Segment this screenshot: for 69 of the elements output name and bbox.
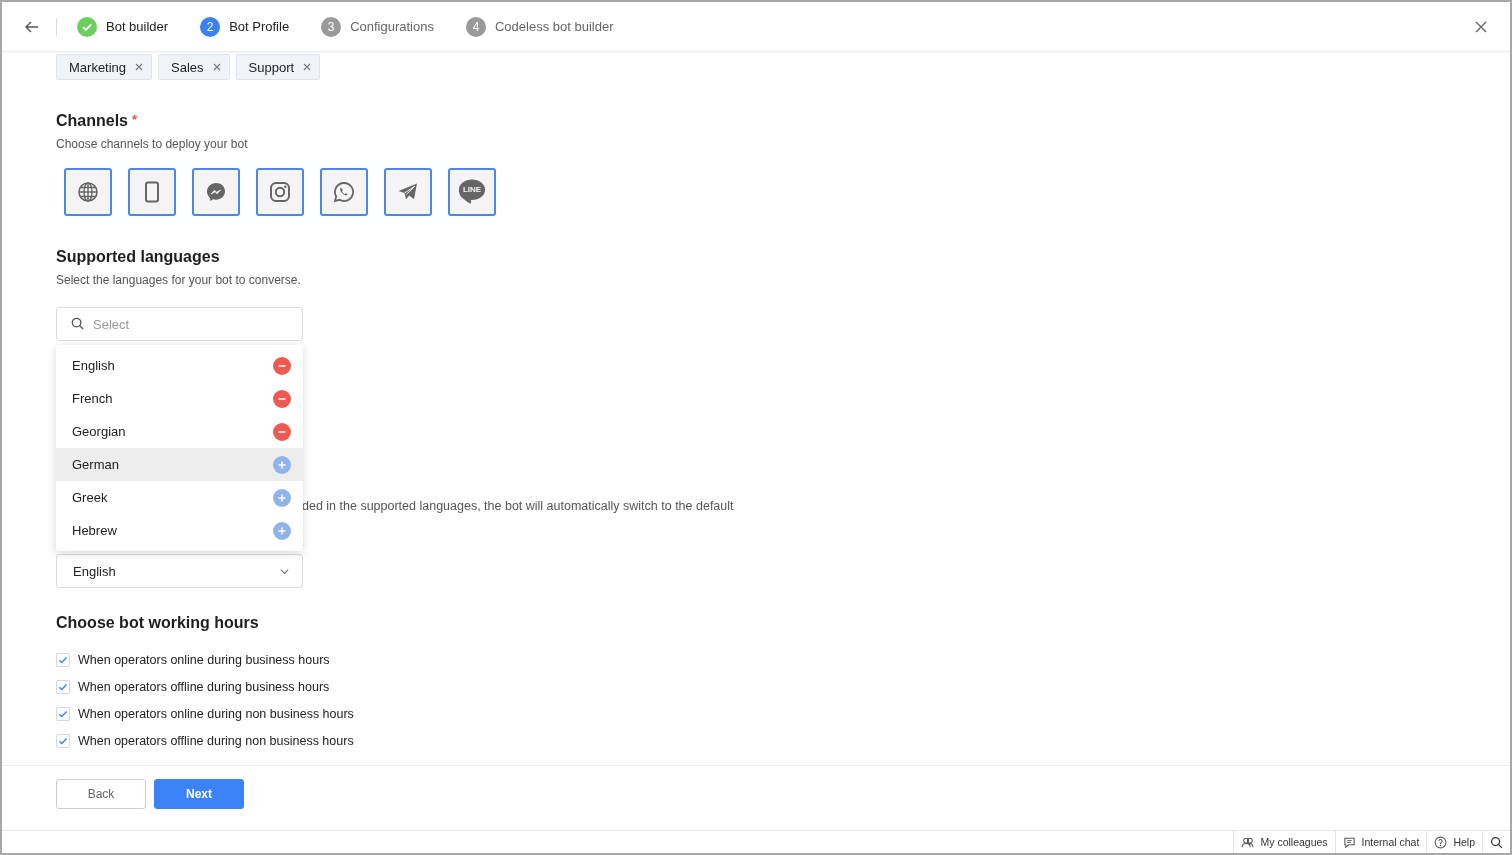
- section-title: Supported languages: [56, 248, 221, 266]
- remove-icon[interactable]: [303, 63, 312, 71]
- step-number: 4: [465, 16, 486, 37]
- tag-label: Support: [248, 59, 295, 75]
- channel-toggle[interactable]: [384, 168, 432, 216]
- search-field[interactable]: Select: [56, 307, 303, 341]
- section-subtitle: Choose channels to deploy your bot: [56, 137, 249, 151]
- help-icon: [1434, 835, 1448, 849]
- step-tab[interactable]: Bot builder: [77, 16, 169, 37]
- remove-circle-icon[interactable]: [273, 389, 291, 408]
- channel-toggle[interactable]: [192, 168, 240, 216]
- checkbox-label: When operators offline during business hours: [78, 680, 330, 694]
- add-circle-icon[interactable]: [273, 488, 291, 507]
- language-option[interactable]: French: [56, 382, 303, 415]
- tag-label: Marketing: [69, 59, 127, 75]
- remove-circle-icon[interactable]: [273, 422, 291, 441]
- language-select[interactable]: English: [56, 554, 303, 588]
- language-option[interactable]: German: [56, 448, 303, 481]
- checkmark-icon: [58, 736, 68, 746]
- checkbox[interactable]: [56, 680, 70, 694]
- footer-link[interactable]: Internal chat: [1334, 831, 1427, 853]
- section-subtitle: Select the languages for your bot to converse.: [56, 273, 302, 287]
- language-option[interactable]: Hebrew: [56, 514, 303, 547]
- chat-icon: [1342, 835, 1356, 849]
- checkbox[interactable]: [56, 653, 70, 667]
- add-circle-icon[interactable]: [273, 521, 291, 540]
- help-text: ded in the supported languages, the bot will automatically switch to the default: [302, 499, 734, 513]
- globe-icon: [76, 180, 100, 204]
- search-icon: [1490, 835, 1503, 849]
- next-button[interactable]: Next: [154, 779, 244, 809]
- instagram-icon: [268, 180, 292, 204]
- checkbox[interactable]: [56, 734, 70, 748]
- close-icon[interactable]: [1474, 19, 1488, 34]
- checkbox[interactable]: [56, 707, 70, 721]
- language-option[interactable]: English: [56, 349, 303, 382]
- channel-toggle[interactable]: [256, 168, 304, 216]
- language-option[interactable]: Greek: [56, 481, 303, 514]
- step-tab[interactable]: 4 Codeless bot builder: [465, 16, 614, 37]
- checkbox-label: When operators offline during non business hours: [78, 734, 354, 748]
- checkmark-icon: [58, 655, 68, 665]
- footer-link[interactable]: My colleagues: [1233, 831, 1335, 853]
- step-number: 2: [200, 16, 221, 37]
- whatsapp-icon: [332, 180, 356, 204]
- checkbox-label: When operators online during business hours: [78, 653, 330, 667]
- step-tab[interactable]: 2 Bot Profile: [200, 16, 290, 37]
- messenger-icon: [204, 180, 228, 204]
- line-icon: [457, 177, 487, 207]
- remove-icon[interactable]: [135, 63, 144, 71]
- channel-toggle[interactable]: [128, 168, 176, 216]
- section-title: Channels: [56, 112, 128, 130]
- channel-toggle[interactable]: [64, 168, 112, 216]
- section-title: Choose bot working hours: [56, 614, 260, 632]
- remove-circle-icon[interactable]: [273, 356, 291, 375]
- footer-link[interactable]: Help: [1426, 831, 1482, 853]
- language-option[interactable]: Georgian: [56, 415, 303, 448]
- tag-label: Sales: [171, 59, 204, 75]
- remove-icon[interactable]: [212, 63, 221, 71]
- checkmark-icon: [58, 682, 68, 692]
- step-number: 3: [321, 16, 342, 37]
- checkbox-label: When operators online during non business hours: [78, 707, 354, 721]
- required-mark: *: [132, 112, 138, 129]
- channel-toggle[interactable]: LINE: [448, 168, 496, 216]
- step-tab[interactable]: 3 Configurations: [321, 16, 434, 37]
- channel-toggle[interactable]: [320, 168, 368, 216]
- back-button[interactable]: Back: [56, 779, 146, 809]
- search-icon: [71, 317, 84, 330]
- checkmark-icon: [58, 709, 68, 719]
- logo-text: LINE: [461, 185, 483, 194]
- people-icon: [1241, 835, 1255, 849]
